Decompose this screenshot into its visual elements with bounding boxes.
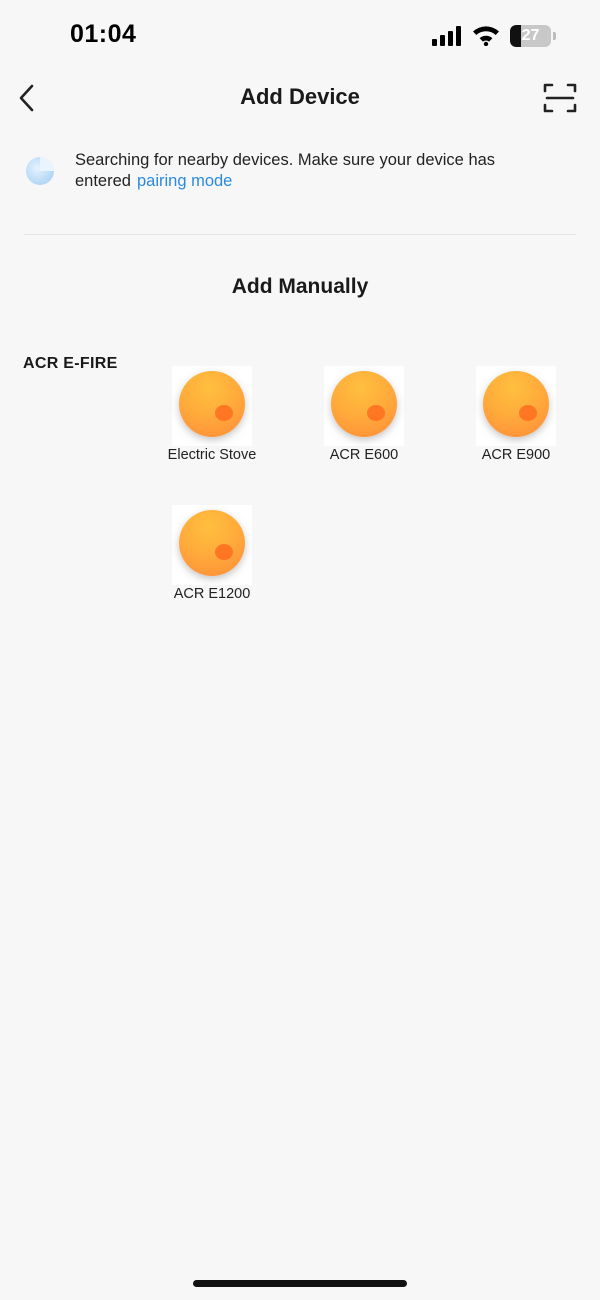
search-message: Searching for nearby devices. Make sure … [75, 150, 575, 192]
search-banner: Searching for nearby devices. Make sure … [24, 148, 576, 200]
battery-level: 27 [521, 27, 540, 44]
status-time: 01:04 [70, 20, 137, 48]
scan-icon [543, 83, 577, 113]
page-title: Add Device [240, 84, 360, 109]
cellular-signal-icon [432, 26, 461, 46]
device-tile-acr-e1200[interactable]: ACR E1200 [152, 505, 272, 615]
device-image [172, 366, 252, 446]
battery-body: 27 [510, 25, 551, 47]
scan-button[interactable] [543, 82, 577, 114]
wifi-icon [473, 26, 499, 46]
pairing-mode-link[interactable]: pairing mode [137, 172, 232, 190]
status-bar: 01:04 27 [0, 0, 600, 70]
device-name: Electric Stove [167, 447, 257, 463]
fireplace-icon [179, 510, 245, 576]
fireplace-icon [331, 371, 397, 437]
device-image [324, 366, 404, 446]
fireplace-icon [483, 371, 549, 437]
home-indicator[interactable] [193, 1280, 407, 1287]
device-name: ACR E600 [329, 447, 399, 463]
device-image [476, 366, 556, 446]
fireplace-icon [179, 371, 245, 437]
searching-spinner-icon [26, 157, 54, 185]
device-tile-electric-stove[interactable]: Electric Stove [152, 366, 272, 476]
device-image [172, 505, 252, 585]
device-name: ACR E900 [481, 447, 551, 463]
device-tile-acr-e600[interactable]: ACR E600 [304, 366, 424, 476]
battery-cap [553, 32, 556, 40]
nav-header: Add Device [0, 70, 600, 126]
device-name: ACR E1200 [173, 586, 251, 602]
divider [24, 234, 576, 235]
device-tile-acr-e900[interactable]: ACR E900 [456, 366, 576, 476]
add-manually-title: Add Manually [231, 275, 369, 298]
brand-category-label: ACR E-FIRE [23, 355, 118, 372]
battery-icon: 27 [510, 25, 556, 47]
